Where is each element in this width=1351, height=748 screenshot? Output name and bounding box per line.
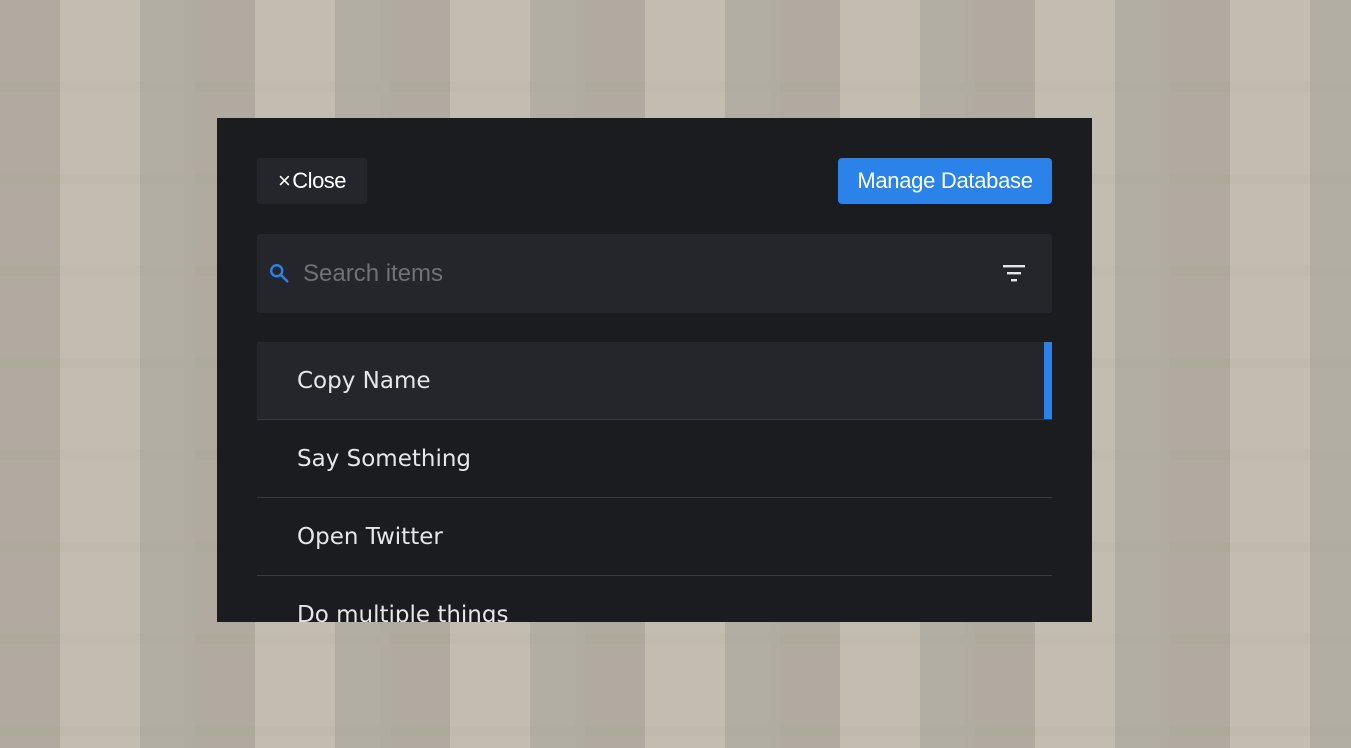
filter-icon[interactable] [1002,262,1026,284]
search-icon [270,264,289,283]
list-item[interactable]: Do multiple things [257,576,1052,623]
close-button-label: Close [292,168,347,193]
list-item[interactable]: Say Something [257,420,1052,498]
manage-database-button[interactable]: Manage Database [838,158,1052,204]
close-button[interactable]: × Close [257,158,367,204]
search-input[interactable] [301,252,985,296]
item-list: Copy Name Say Something Open Twitter Do … [257,342,1052,622]
item-picker-dialog: × Close Manage Database Copy Name Say So… [217,118,1092,622]
list-item[interactable]: Copy Name [257,342,1052,420]
list-item-label: Say Something [297,445,472,472]
close-icon: × [277,168,291,193]
search-bar [257,234,1052,313]
list-item-label: Open Twitter [297,523,443,550]
manage-database-label: Manage Database [857,168,1033,193]
list-item-label: Copy Name [297,367,431,394]
list-item[interactable]: Open Twitter [257,498,1052,576]
list-item-label: Do multiple things [297,601,509,623]
